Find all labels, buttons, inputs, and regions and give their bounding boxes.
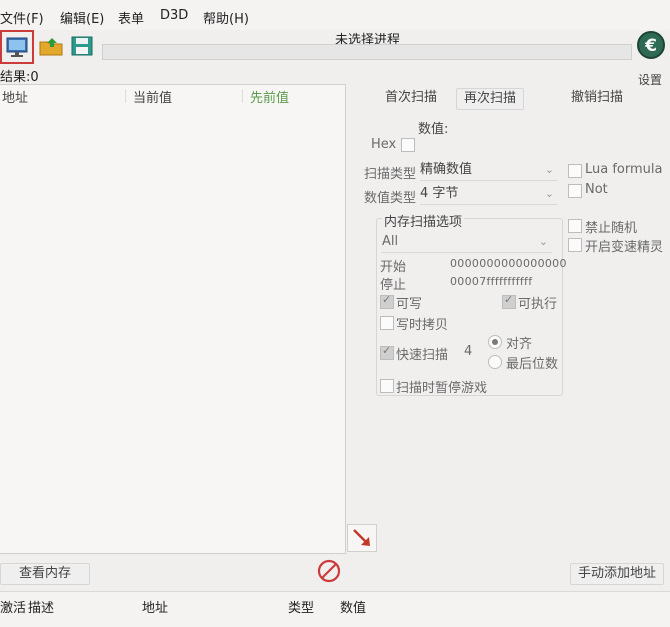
writable-label: 可写 [396,297,423,312]
start-address-field[interactable]: 0000000000000000 [450,257,567,270]
executable-label: 可执行 [518,297,558,312]
menu-file[interactable]: 文件(F) [0,8,44,27]
select-process-button[interactable] [0,30,34,64]
speedhack-checkbox[interactable] [568,238,582,252]
settings-label: 设置 [638,73,663,87]
menu-d3d[interactable]: D3D [160,8,188,23]
undo-scan-button[interactable]: 撤销扫描 [566,88,628,108]
memory-region-value: All [382,234,399,249]
column-divider [125,89,126,103]
pause-game-label: 扫描时暂停游戏 [396,381,488,396]
hex-checkbox[interactable] [401,138,415,152]
memory-scan-options-title: 内存扫描选项 [382,211,465,230]
last-digits-radio[interactable] [488,355,502,369]
last-digits-label: 最后位数 [506,357,559,372]
pause-game-checkbox[interactable] [380,379,394,393]
fast-scan-label: 快速扫描 [396,348,449,363]
save-button[interactable] [66,30,98,62]
column-divider [242,89,243,103]
hex-label: Hex [371,137,397,152]
copy-on-write-label: 写时拷贝 [396,318,449,333]
settings-button[interactable]: € [634,30,668,60]
column-header-description[interactable]: 描述 [28,597,54,616]
save-disk-icon [71,36,93,56]
start-label: 开始 [380,260,407,275]
column-header-type[interactable]: 类型 [288,597,314,616]
menu-bar: 文件(F) 编辑(E) 表单 D3D 帮助(H) [0,0,670,30]
first-scan-button[interactable]: 首次扫描 [380,88,442,108]
stop-label: 停止 [380,278,407,293]
chevron-down-icon: ⌄ [544,163,554,176]
menu-table[interactable]: 表单 [118,8,144,27]
cheat-engine-logo-icon: € [637,31,665,59]
scan-progress-bar [102,44,632,60]
chevron-down-icon: ⌄ [544,187,554,200]
value-label: 数值: [418,122,449,137]
column-header-current-value[interactable]: 当前值 [133,87,172,106]
no-entry-icon [317,559,341,583]
scan-type-label: 扫描类型 [364,167,417,182]
disable-random-label: 禁止随机 [585,221,638,236]
clear-list-button[interactable] [317,559,341,583]
align-radio[interactable] [488,335,502,349]
copy-to-address-list-button[interactable] [347,524,377,552]
stop-address-field[interactable]: 00007fffffffffff [450,275,532,288]
svg-text:€: € [644,36,657,56]
column-header-previous-value[interactable]: 先前值 [250,87,289,106]
value-type-value: 4 字节 [420,186,459,201]
results-list[interactable]: 地址 当前值 先前值 [0,84,346,554]
column-header-value[interactable]: 数值 [340,597,366,616]
open-folder-icon [39,38,63,56]
scan-type-select[interactable]: 精确数值 ⌄ [420,160,558,181]
view-memory-button[interactable]: 查看内存 [0,563,90,585]
results-count: 结果:0 [0,70,39,85]
computer-icon [6,37,28,57]
not-checkbox[interactable] [568,184,582,198]
menu-edit[interactable]: 编辑(E) [60,8,104,27]
lua-formula-label: Lua formula [585,162,663,177]
open-file-button[interactable] [35,30,67,62]
align-label: 对齐 [506,337,533,352]
column-header-address[interactable]: 地址 [142,597,168,616]
address-list-header: 激活 描述 地址 类型 数值 [0,591,670,627]
copy-on-write-checkbox[interactable] [380,316,394,330]
arrow-down-right-icon [353,529,370,546]
menu-help[interactable]: 帮助(H) [203,8,249,27]
disable-random-checkbox[interactable] [568,219,582,233]
add-address-manually-button[interactable]: 手动添加地址 [570,563,664,585]
memory-region-select[interactable]: All ⌄ [382,232,552,253]
chevron-down-icon: ⌄ [538,235,548,248]
not-label: Not [585,182,608,197]
column-header-address[interactable]: 地址 [2,87,28,106]
scan-type-value: 精确数值 [420,162,473,177]
value-type-label: 数值类型 [364,191,417,206]
fast-scan-checkbox[interactable] [380,344,394,360]
lua-formula-checkbox[interactable] [568,164,582,178]
value-type-select[interactable]: 4 字节 ⌄ [420,184,558,205]
next-scan-button[interactable]: 再次扫描 [456,88,524,110]
column-header-active[interactable]: 激活 [0,597,26,616]
speedhack-label: 开启变速精灵 [585,240,664,255]
fast-scan-value[interactable]: 4 [464,344,472,359]
writable-checkbox[interactable] [380,293,394,309]
executable-checkbox[interactable] [502,293,516,309]
